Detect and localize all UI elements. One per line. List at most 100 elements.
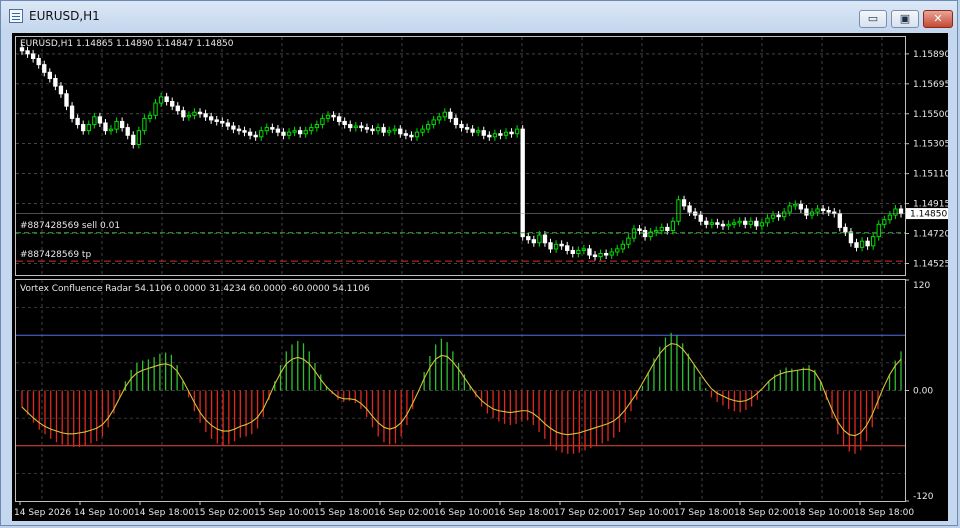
candle-body [526, 236, 531, 241]
candle-body [476, 130, 481, 133]
candle-body [681, 199, 687, 207]
time-axis-label: 15 Sep 10:00 [254, 508, 314, 518]
candle-body [615, 248, 620, 253]
candle-body [720, 223, 726, 227]
candle-body [871, 236, 876, 247]
candle-body [292, 130, 297, 133]
candle-body [876, 223, 881, 238]
candle-body [208, 116, 214, 121]
candle-body [342, 120, 347, 126]
candle-body [559, 243, 564, 247]
candle-body [375, 127, 381, 132]
indicator-axis-label: 0.00 [913, 387, 933, 397]
chart-background [12, 33, 948, 521]
candle-body [381, 127, 386, 133]
candle-body [865, 240, 870, 247]
candle-body [175, 105, 180, 112]
candle-body [420, 128, 425, 133]
time-axis-label: 16 Sep 18:00 [494, 508, 554, 518]
candle-body [587, 248, 592, 256]
candle-body [353, 125, 358, 129]
candle-body [86, 124, 91, 132]
candle-body [748, 220, 753, 225]
candle-body [487, 134, 492, 138]
candle-body [431, 119, 436, 126]
restore-button[interactable]: ▣ [891, 10, 919, 28]
price-axis-label: 1.14915 [913, 200, 948, 210]
indicator-axis-label: -120 [913, 492, 934, 502]
candle-body [459, 124, 464, 129]
candle-body [620, 243, 626, 250]
candle-body [887, 214, 893, 221]
candle-body [164, 96, 169, 102]
candle-body [793, 203, 798, 207]
time-axis-label: 14 Sep 18:00 [134, 508, 194, 518]
time-axis-label: 14 Sep 2026 [14, 508, 71, 518]
candle-body [553, 243, 559, 250]
candle-body [787, 205, 792, 213]
candle-body [542, 234, 548, 244]
candle-body [236, 128, 242, 132]
close-button[interactable]: ✕ [923, 10, 953, 28]
candle-body [348, 124, 353, 129]
minimize-button[interactable]: ▭ [859, 10, 887, 28]
indicator-axis-label: 120 [913, 281, 930, 291]
candle-body [503, 131, 509, 136]
candle-body [520, 128, 525, 238]
candle-body [854, 242, 859, 248]
candle-body [859, 240, 865, 248]
candle-body [754, 220, 759, 227]
candle-body [264, 127, 269, 132]
candle-body [275, 128, 281, 133]
candle-body [581, 248, 587, 251]
candle-body [565, 245, 570, 251]
candle-body [637, 228, 642, 231]
candle-body [203, 113, 208, 118]
candle-body [464, 127, 470, 130]
time-axis-label: 14 Sep 10:00 [74, 508, 134, 518]
time-axis-label: 16 Sep 02:00 [374, 508, 434, 518]
candle-body [181, 110, 186, 118]
time-axis-label: 18 Sep 18:00 [854, 508, 914, 518]
candle-body [325, 114, 331, 119]
time-axis-label: 15 Sep 02:00 [194, 508, 254, 518]
candle-body [192, 111, 197, 116]
candle-body [220, 120, 225, 124]
candle-body [820, 208, 826, 212]
candle-body [81, 124, 86, 132]
candle-body [64, 93, 69, 107]
chart-window-icon [9, 9, 23, 23]
candle-body [414, 131, 420, 138]
candle-body [142, 117, 147, 132]
candle-body [514, 128, 520, 135]
candle-body [598, 253, 603, 258]
candle-body [398, 128, 403, 135]
candle-body [626, 237, 631, 245]
candle-body [726, 223, 731, 227]
candle-body [715, 222, 720, 225]
candle-body [370, 128, 375, 132]
price-pane-header: EURUSD,H1 1.14865 1.14890 1.14847 1.1485… [20, 39, 234, 49]
indicator-pane-header: Vortex Confluence Radar 54.1106 0.0000 3… [20, 284, 370, 294]
window-title: EURUSD,H1 [29, 9, 100, 23]
candle-body [225, 122, 231, 127]
price-axis-label: 1.15695 [913, 80, 948, 90]
candle-body [136, 130, 141, 145]
candle-body [247, 131, 253, 136]
candle-body [403, 133, 409, 136]
candle-body [153, 102, 158, 116]
price-axis-label: 1.15890 [913, 50, 948, 60]
time-axis-label: 16 Sep 10:00 [434, 508, 494, 518]
candle-body [882, 219, 887, 225]
candle-body [676, 199, 681, 222]
candle-body [331, 114, 336, 118]
candle-body [576, 249, 581, 255]
candle-body [481, 130, 486, 136]
candle-body [359, 125, 364, 129]
candle-body [425, 124, 431, 130]
title-bar[interactable]: EURUSD,H1 ▭ ▣ ✕ [1, 1, 959, 33]
candle-body [837, 213, 842, 228]
candle-body [631, 228, 637, 239]
candle-body [776, 214, 781, 218]
chart-area[interactable]: #887428569 sell 0.01 #887428569 tp 1.148… [12, 33, 948, 521]
